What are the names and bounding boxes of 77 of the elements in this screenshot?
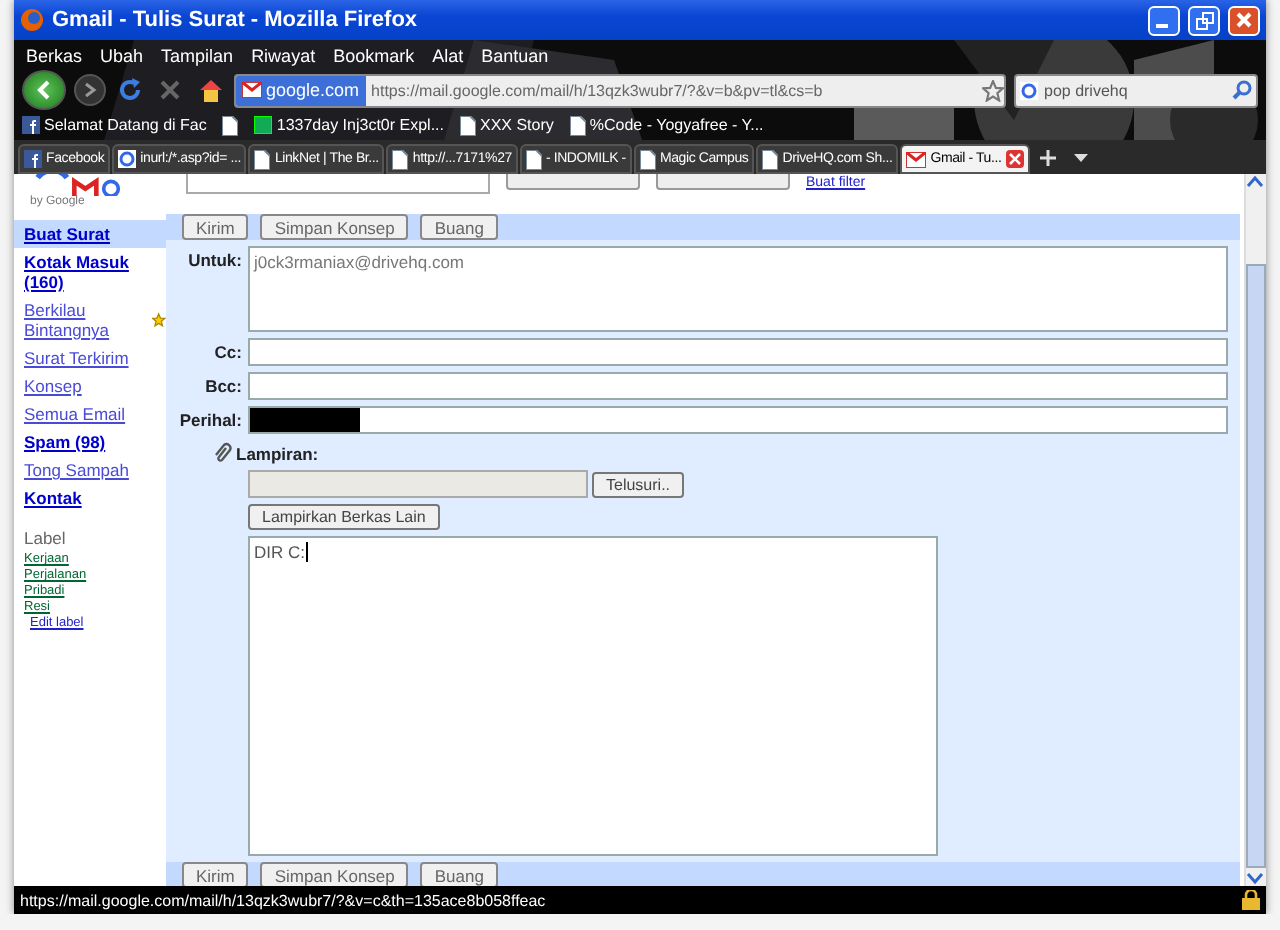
star-icon: [152, 312, 166, 328]
action-button[interactable]: Buang: [420, 862, 498, 888]
action-button[interactable]: Simpan Konsep: [260, 862, 409, 888]
to-field[interactable]: j0ck3rmaniax@drivehq.com: [248, 246, 1228, 332]
reload-button[interactable]: [114, 74, 146, 106]
cc-field[interactable]: [248, 338, 1228, 366]
menu-item[interactable]: Bantuan: [481, 45, 549, 65]
window-title: Gmail - Tulis Surat - Mozilla Firefox: [52, 8, 420, 32]
sidebar-item[interactable]: Kontak: [14, 484, 166, 512]
page-icon: [525, 149, 542, 169]
mail-icon: [906, 151, 927, 167]
field-label: Cc:: [212, 340, 242, 366]
url-text: https://mail.google.com/mail/h/13qzk3wubr7/?&v=b&pv=tl&cs=b: [369, 81, 825, 99]
bcc-field[interactable]: [248, 372, 1228, 400]
sidebar-item[interactable]: Berkilau Bintangnya: [14, 296, 166, 344]
restore-button[interactable]: [1188, 5, 1220, 35]
menu-item[interactable]: Ubah: [100, 45, 144, 65]
menu-item[interactable]: Riwayat: [251, 45, 316, 65]
sidebar-item[interactable]: Semua Email: [14, 400, 166, 428]
menu-item[interactable]: Tampilan: [161, 45, 234, 65]
facebook-icon: [22, 116, 40, 134]
caret-icon: [1074, 154, 1089, 162]
field-label: Lampiran:: [236, 442, 319, 464]
lock-icon: [1242, 890, 1260, 910]
facebook-icon: [24, 150, 42, 168]
label-heading: Label: [22, 526, 68, 552]
logo: [30, 174, 126, 196]
star-icon[interactable]: [982, 79, 1004, 101]
sidebar-item[interactable]: Buat Surat: [14, 220, 166, 248]
file-field[interactable]: [248, 470, 588, 498]
attach-more-button[interactable]: Lampirkan Berkas Lain: [248, 504, 440, 530]
bookmark[interactable]: XXX Story: [459, 115, 554, 135]
field-label: Bcc:: [203, 374, 242, 400]
address-bar[interactable]: google.com https://mail.google.com/mail/h/13qzk3wubr7/?&v=b&pv=tl&cs=b: [234, 73, 1006, 107]
plus-icon: [1039, 150, 1056, 166]
paperclip-icon: [214, 441, 232, 463]
scroll-down-icon[interactable]: [1246, 868, 1264, 886]
sidebar-item[interactable]: Konsep: [14, 372, 166, 400]
google-icon: [118, 150, 137, 168]
action-button[interactable]: Kirim: [182, 862, 249, 888]
search-text: pop drivehq: [1044, 81, 1130, 99]
field-label: Perihal:: [177, 408, 242, 434]
search-icon[interactable]: [1232, 80, 1252, 100]
minimize-button[interactable]: [1148, 5, 1180, 35]
close-icon: [1236, 12, 1252, 28]
scroll-thumb[interactable]: [1246, 263, 1266, 867]
bookmark[interactable]: 1337day Inj3ct0r Expl...: [254, 116, 444, 134]
action-button[interactable]: Kirim: [182, 214, 249, 240]
browser-icon: [20, 8, 44, 32]
sidebar-item[interactable]: Tong Sampah: [14, 456, 166, 484]
browse-button[interactable]: Telusuri..: [592, 471, 685, 497]
message-body[interactable]: DIR C:: [248, 536, 938, 856]
scroll-up-icon[interactable]: [1246, 174, 1264, 192]
bookmark[interactable]: Selamat Datang di Fac: [22, 116, 207, 134]
menu-item[interactable]: Bookmark: [333, 45, 415, 65]
action-button[interactable]: Simpan Konsep: [260, 214, 409, 240]
sidebar-item[interactable]: Spam (98): [14, 428, 166, 456]
menu-item[interactable]: Alat: [432, 45, 464, 65]
field-label: Untuk:: [186, 248, 242, 274]
page-icon: [392, 149, 409, 169]
sidebar-item[interactable]: Kotak Masuk (160): [14, 248, 166, 296]
restore-icon: [1195, 11, 1213, 29]
page-icon: [639, 149, 656, 169]
subject-field[interactable]: [248, 406, 1228, 434]
sidebar-item[interactable]: Surat Terkirim: [14, 344, 166, 372]
mail-icon: [242, 82, 262, 98]
close-button[interactable]: [1228, 5, 1260, 35]
status-text: https://mail.google.com/mail/h/13qzk3wubr7/?&v=c&th=135ace8b058ffeac: [20, 891, 548, 909]
redaction-bar: [250, 408, 360, 432]
page-icon: [762, 149, 779, 169]
site-identity[interactable]: google.com: [236, 75, 366, 105]
action-button[interactable]: Buang: [420, 214, 498, 240]
menu-item[interactable]: Berkas: [26, 45, 83, 65]
close-icon[interactable]: [1005, 150, 1024, 168]
bookmark[interactable]: %Code - Yogyafree - Y...: [569, 115, 764, 135]
search-field[interactable]: pop drivehq: [1014, 73, 1258, 107]
google-icon: [1020, 81, 1038, 99]
